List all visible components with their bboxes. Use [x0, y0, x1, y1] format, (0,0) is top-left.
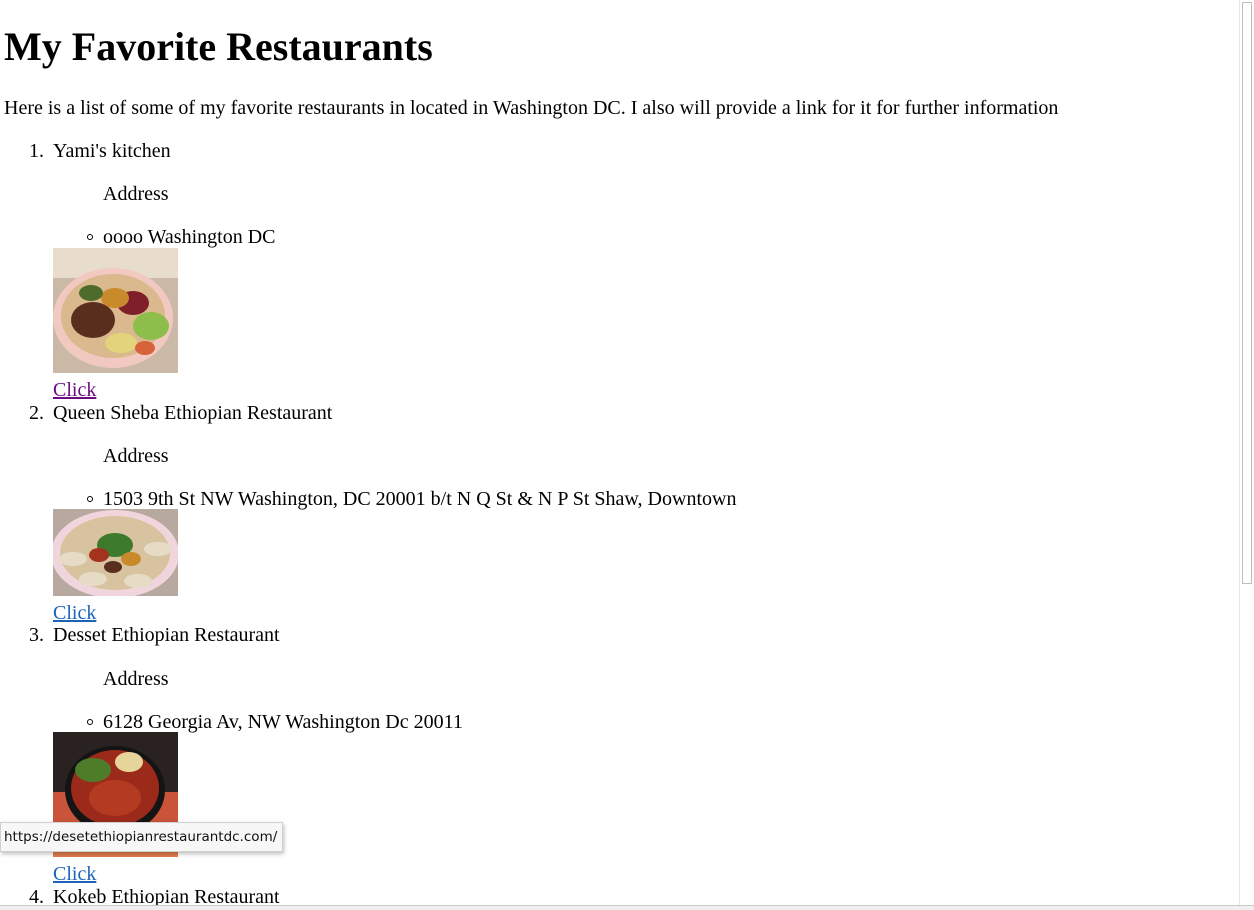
- intro-paragraph: Here is a list of some of my favorite re…: [4, 97, 1059, 119]
- bullet-icon: [87, 496, 93, 502]
- vertical-scrollbar[interactable]: [1239, 0, 1254, 905]
- list-item-number: 4.: [29, 886, 44, 905]
- restaurant-name: Queen Sheba Ethiopian Restaurant: [53, 402, 333, 424]
- restaurant-link[interactable]: Click: [53, 380, 96, 400]
- restaurant-name: Desset Ethiopian Restaurant: [53, 624, 280, 646]
- address-heading: Address: [103, 183, 169, 205]
- address-heading: Address: [103, 445, 169, 467]
- scrollbar-thumb[interactable]: [1242, 2, 1252, 584]
- list-item-number: 2.: [29, 402, 44, 424]
- restaurant-address: oooo Washington DC: [103, 226, 276, 248]
- restaurant-link[interactable]: Click: [53, 864, 96, 884]
- page-title: My Favorite Restaurants: [4, 24, 433, 69]
- bullet-icon: [87, 719, 93, 725]
- link-url-status: https://desetethiopianrestaurantdc.com/: [0, 822, 284, 852]
- restaurant-name: Yami's kitchen: [53, 140, 171, 162]
- restaurant-address: 6128 Georgia Av, NW Washington Dc 20011: [103, 711, 463, 733]
- restaurant-link[interactable]: Click: [53, 603, 96, 623]
- bullet-icon: [87, 234, 93, 240]
- restaurant-address: 1503 9th St NW Washington, DC 20001 b/t …: [103, 488, 737, 510]
- address-heading: Address: [103, 668, 169, 690]
- page: My Favorite Restaurants Here is a list o…: [0, 0, 1240, 906]
- list-item-number: 1.: [29, 140, 44, 162]
- bottom-edge: [0, 905, 1254, 910]
- food-photo: [53, 248, 178, 373]
- food-photo: [53, 509, 178, 596]
- restaurant-name: Kokeb Ethiopian Restaurant: [53, 886, 280, 905]
- list-item-number: 3.: [29, 624, 44, 646]
